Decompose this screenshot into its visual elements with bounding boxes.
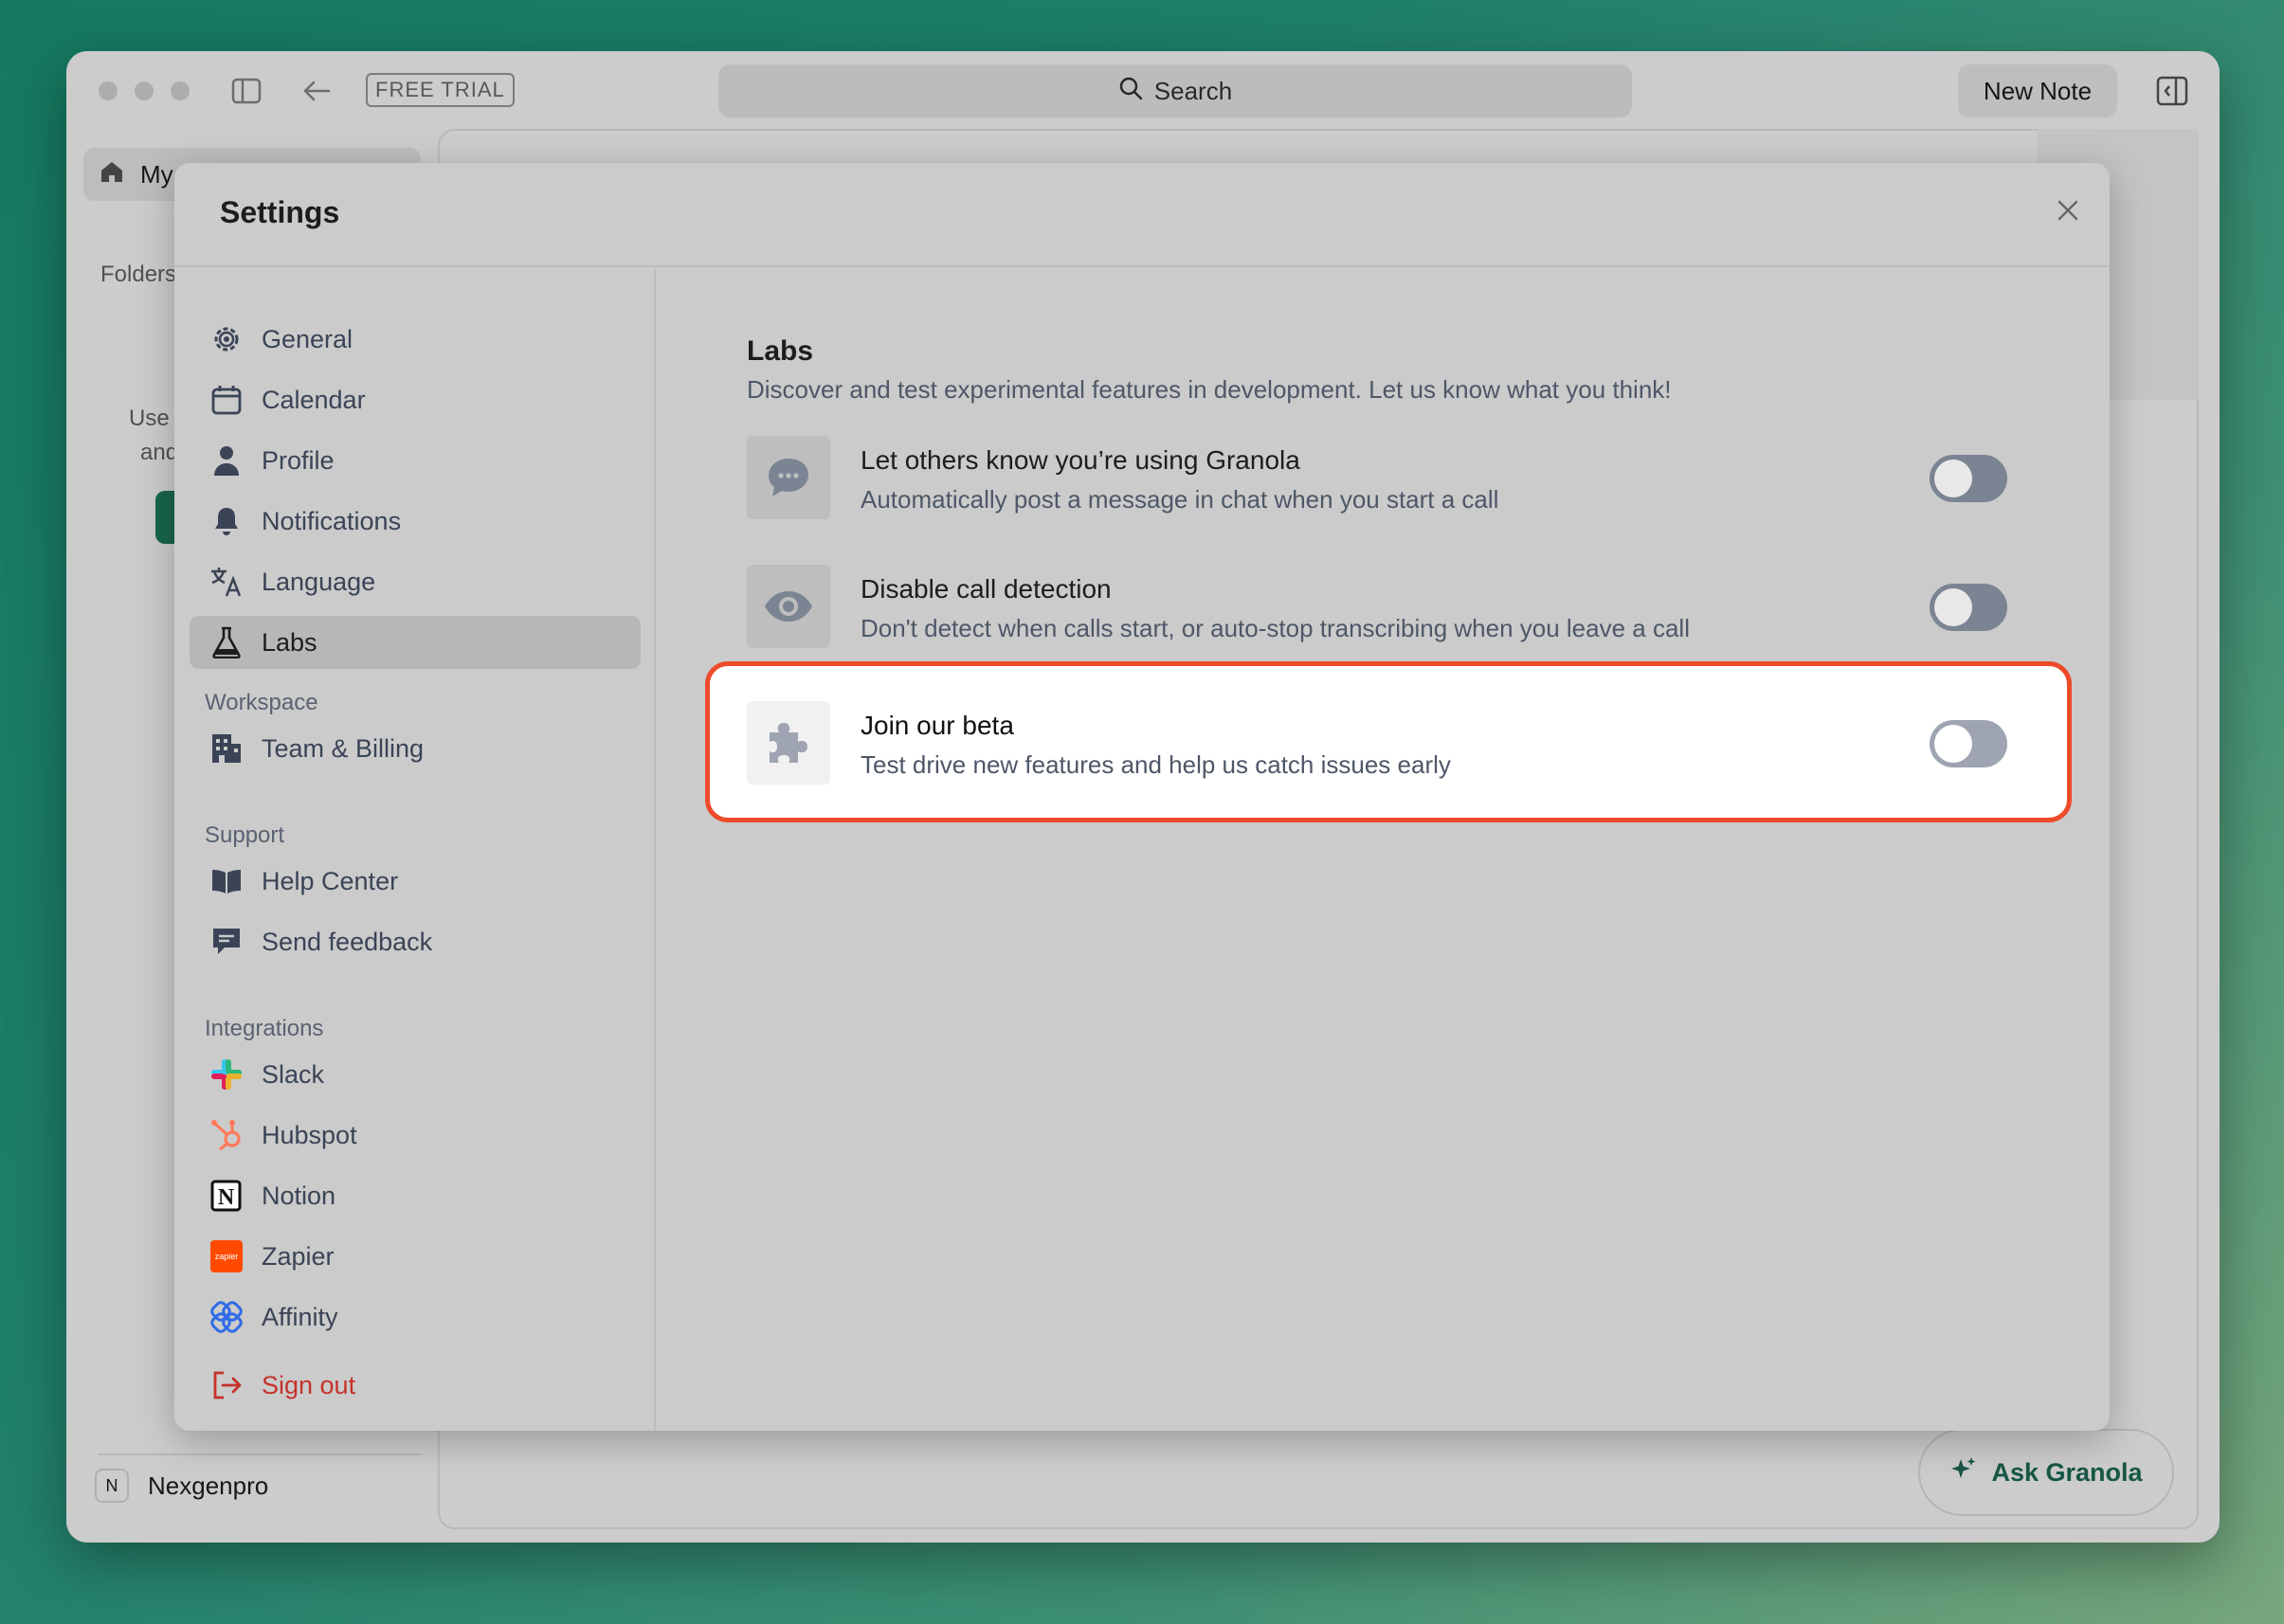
nav-label: Send feedback	[262, 927, 433, 956]
calendar-icon	[208, 382, 245, 418]
modal-title: Settings	[220, 195, 340, 229]
nav-item-affinity[interactable]: Affinity	[190, 1290, 641, 1344]
zapier-logo: zapier	[210, 1240, 243, 1272]
nav-item-hubspot[interactable]: Hubspot	[190, 1109, 641, 1162]
nav-label: Zapier	[262, 1241, 335, 1271]
nav-label: Profile	[262, 445, 335, 475]
notion-icon: N	[208, 1178, 245, 1214]
nav-label: General	[262, 324, 353, 353]
disable-call-detection-toggle[interactable]	[1930, 584, 2007, 631]
zapier-icon: zapier	[208, 1238, 245, 1274]
nav-label: Hubspot	[262, 1120, 357, 1149]
nav-item-labs[interactable]: Labs	[190, 616, 641, 669]
svg-text:N: N	[218, 1185, 235, 1210]
nav-item-notifications[interactable]: Notifications	[190, 495, 641, 548]
nav-label: Language	[262, 567, 376, 596]
chat-bubble-icon	[208, 924, 245, 960]
nav-section-support: Support	[205, 822, 285, 848]
share-usage-toggle[interactable]	[1930, 455, 2007, 502]
modal-header: Settings	[174, 163, 2110, 267]
feature-description: Automatically post a message in chat whe…	[861, 485, 1499, 514]
nav-label: Slack	[262, 1059, 325, 1089]
feature-row-disable-call-detection: Disable call detection Don't detect when…	[747, 565, 2055, 650]
hubspot-icon	[208, 1117, 245, 1153]
book-icon	[208, 863, 245, 899]
nav-item-team-billing[interactable]: Team & Billing	[190, 722, 641, 775]
affinity-icon	[208, 1299, 245, 1335]
feature-row-share-usage: Let others know you’re using Granola Aut…	[747, 436, 2055, 521]
nav-label: Team & Billing	[262, 733, 425, 763]
labs-title: Labs	[747, 335, 814, 367]
puzzle-piece-icon	[770, 723, 807, 763]
join-beta-toggle[interactable]	[1930, 720, 2007, 767]
chat-dots-icon	[769, 459, 808, 496]
nav-item-slack[interactable]: Slack	[190, 1048, 641, 1101]
eye-icon	[765, 591, 812, 622]
labs-description: Discover and test experimental features …	[747, 375, 1672, 404]
nav-section-workspace: Workspace	[205, 690, 318, 715]
bell-icon	[208, 503, 245, 539]
feature-title: Join our beta	[861, 711, 1014, 740]
nav-label: Affinity	[262, 1302, 338, 1331]
feature-tile	[747, 565, 830, 648]
nav-item-general[interactable]: General	[190, 313, 641, 366]
beta-highlight-box: Join our beta Test drive new features an…	[705, 661, 2072, 822]
feature-title: Let others know you’re using Granola	[861, 445, 1300, 475]
building-icon	[208, 731, 245, 767]
nav-label: Calendar	[262, 385, 366, 414]
close-icon	[2057, 200, 2078, 221]
nav-item-send-feedback[interactable]: Send feedback	[190, 915, 641, 968]
flask-icon	[208, 624, 245, 660]
nav-label: Notion	[262, 1181, 336, 1210]
nav-section-integrations: Integrations	[205, 1016, 324, 1041]
feature-description: Don't detect when calls start, or auto-s…	[861, 614, 1690, 642]
nav-item-help-center[interactable]: Help Center	[190, 855, 641, 908]
nav-item-calendar[interactable]: Calendar	[190, 373, 641, 426]
nav-item-zapier[interactable]: zapier Zapier	[190, 1230, 641, 1283]
gear-icon	[208, 321, 245, 357]
slack-icon	[208, 1056, 245, 1092]
nav-item-notion[interactable]: N Notion	[190, 1169, 641, 1222]
nav-label: Notifications	[262, 506, 402, 535]
feature-description: Test drive new features and help us catc…	[861, 750, 1451, 779]
sign-out-icon	[208, 1367, 245, 1403]
nav-item-profile[interactable]: Profile	[190, 434, 641, 487]
nav-label: Labs	[262, 627, 317, 657]
close-button[interactable]	[2049, 191, 2087, 229]
nav-item-language[interactable]: Language	[190, 555, 641, 608]
feature-row-join-beta: Join our beta Test drive new features an…	[747, 701, 2055, 786]
person-icon	[208, 442, 245, 478]
nav-label: Help Center	[262, 866, 399, 895]
feature-title: Disable call detection	[861, 574, 1112, 604]
translate-icon	[208, 564, 245, 600]
settings-nav: General Calendar Profile Notifications L…	[174, 269, 656, 1431]
feature-tile	[747, 436, 830, 519]
feature-tile	[747, 701, 830, 785]
nav-item-sign-out[interactable]: Sign out	[190, 1359, 641, 1412]
nav-label: Sign out	[262, 1370, 356, 1399]
